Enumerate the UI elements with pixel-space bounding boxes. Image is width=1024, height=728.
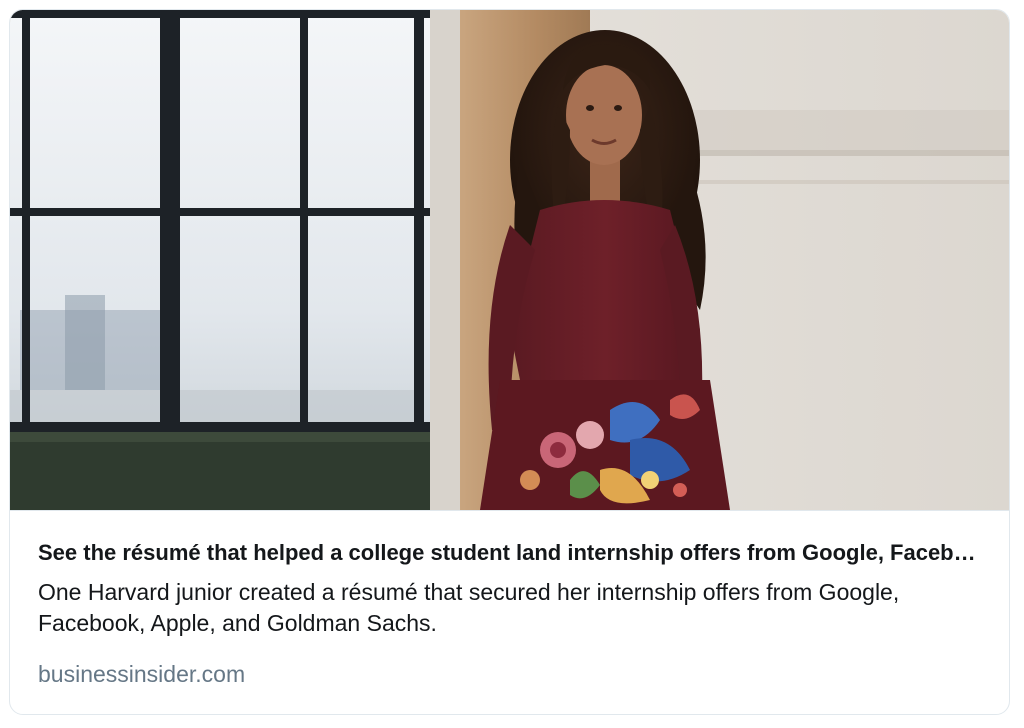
card-title[interactable]: See the résumé that helped a college stu… bbox=[38, 539, 983, 567]
card-image[interactable] bbox=[10, 10, 1009, 511]
card-description: One Harvard junior created a résumé that… bbox=[38, 579, 900, 636]
card-body[interactable]: See the résumé that helped a college stu… bbox=[10, 511, 1009, 714]
card-domain[interactable]: businessinsider.com bbox=[38, 660, 983, 688]
link-preview-card[interactable]: See the résumé that helped a college stu… bbox=[9, 9, 1010, 715]
photo-illustration bbox=[10, 10, 1009, 510]
